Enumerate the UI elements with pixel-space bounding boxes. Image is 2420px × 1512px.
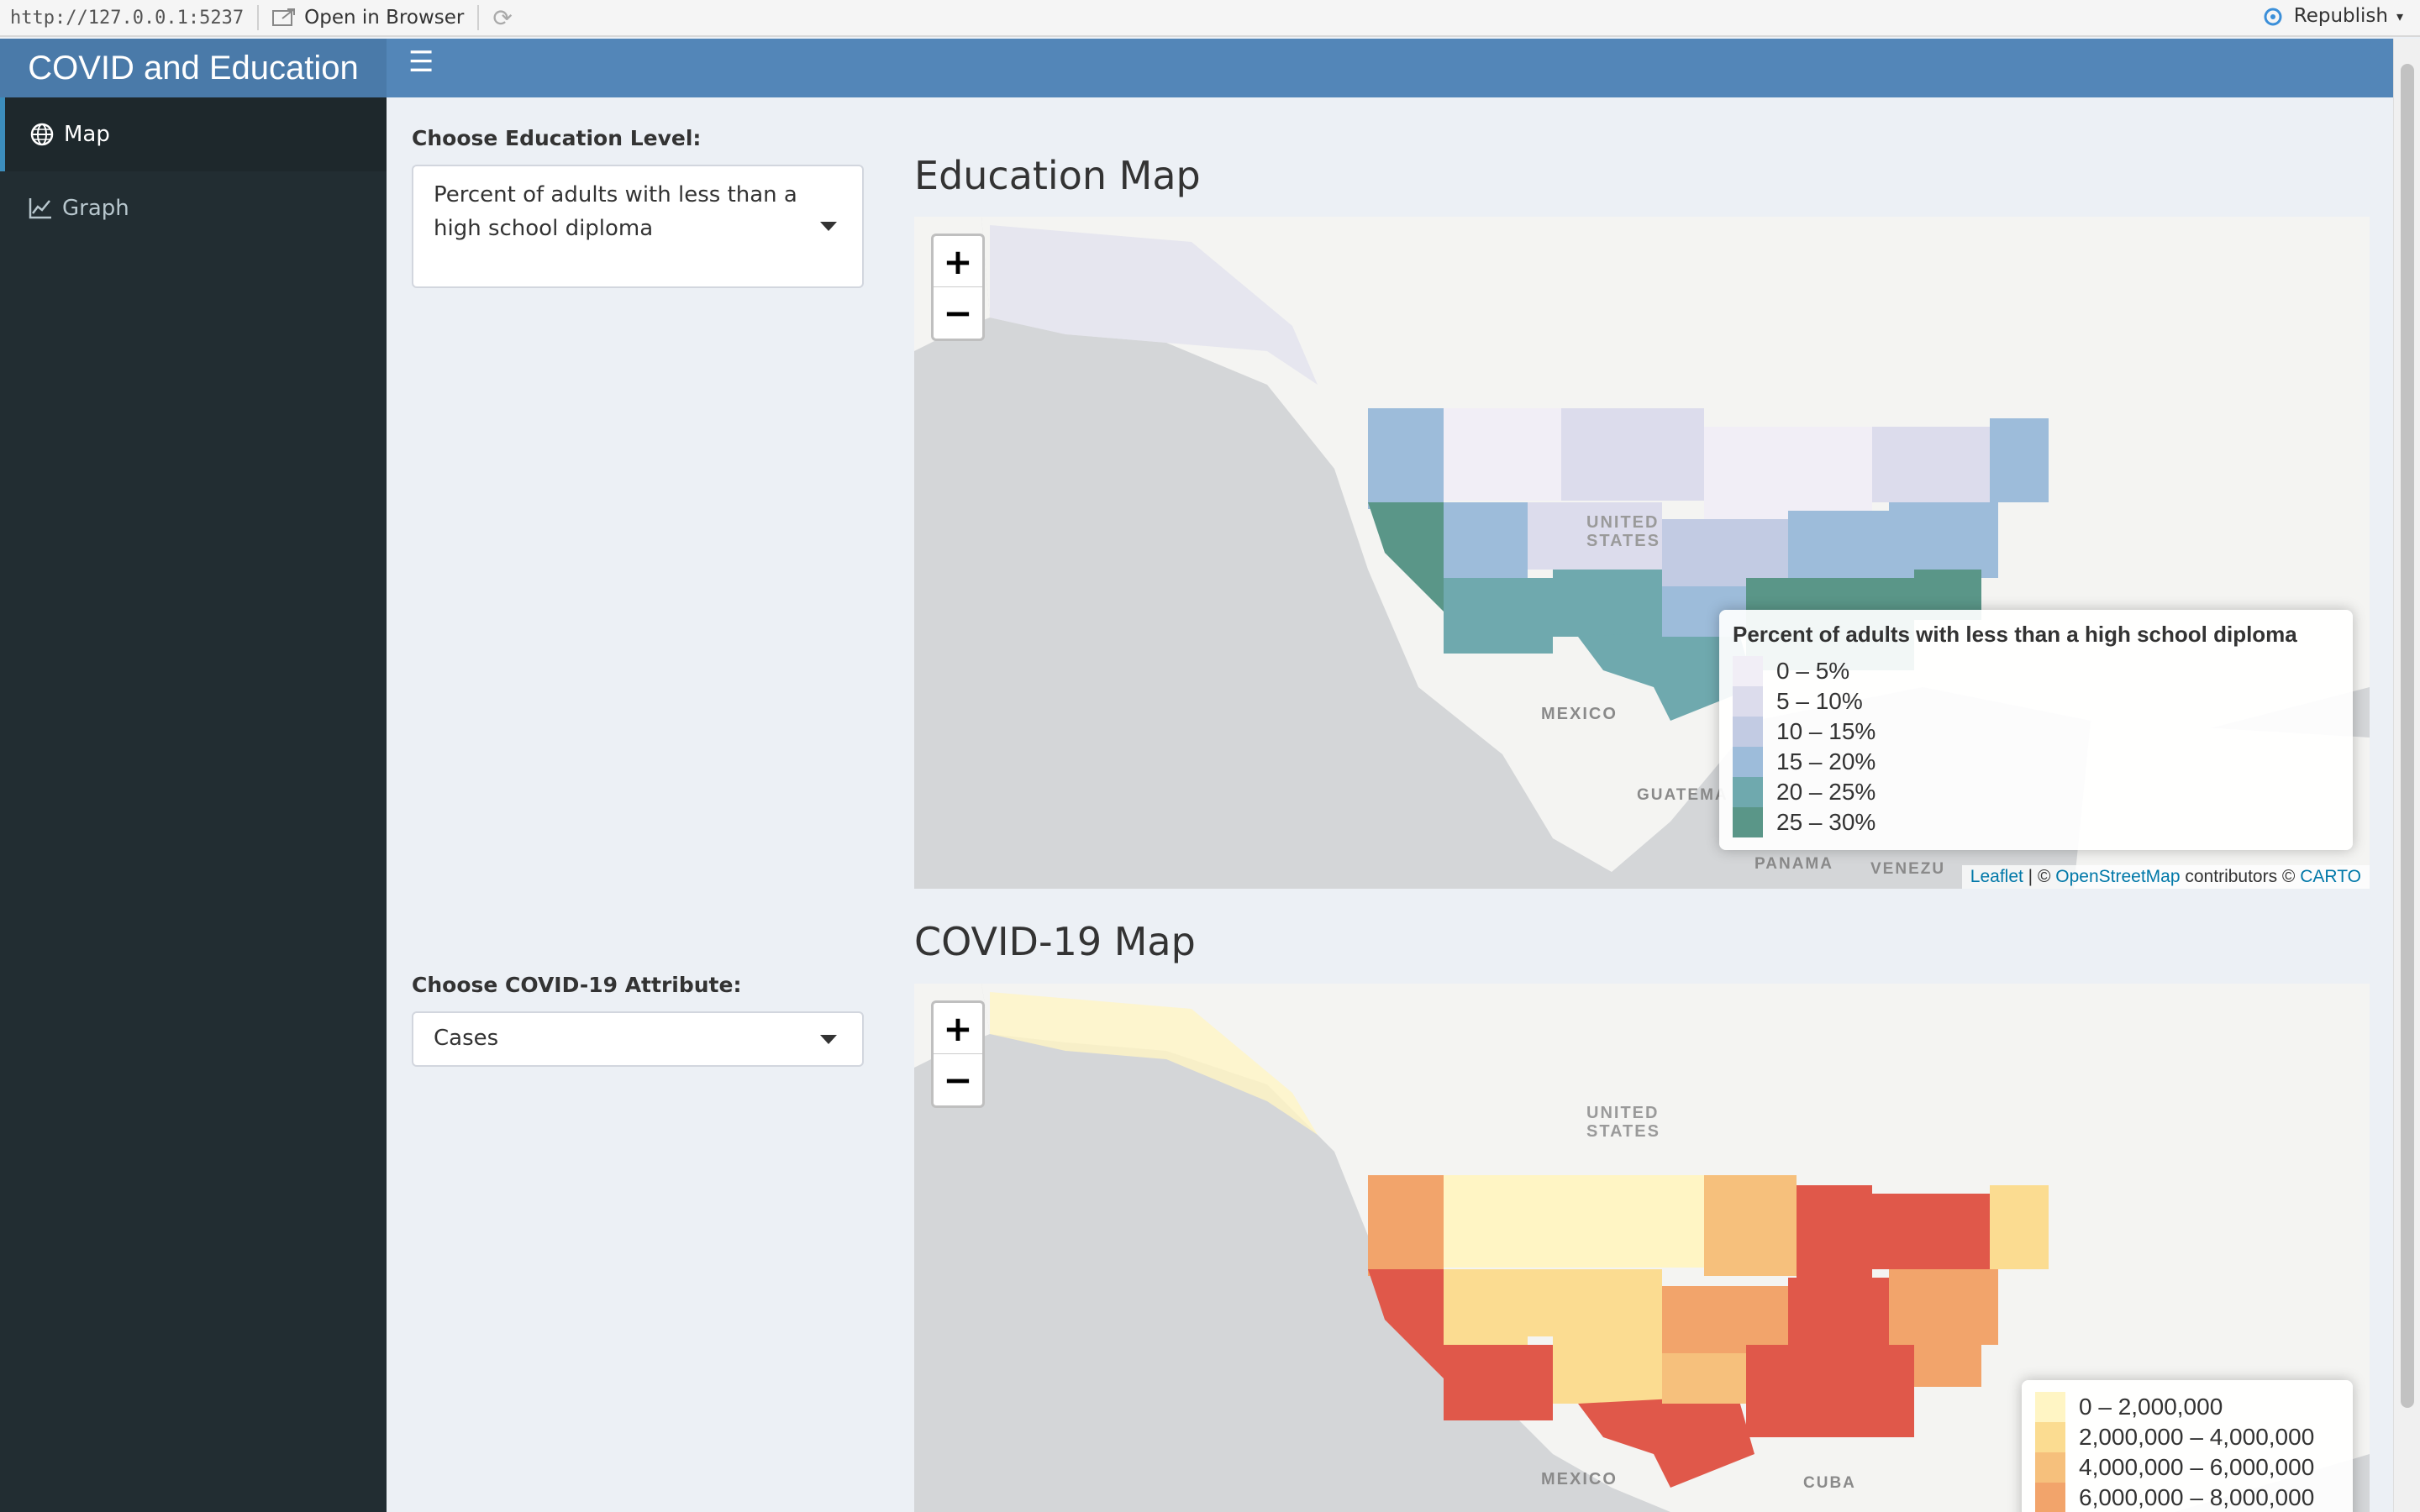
legend-row: 10 – 15% bbox=[1733, 717, 2339, 747]
sidebar: Map Graph bbox=[0, 97, 387, 1512]
map-label-mexico: MEXICO bbox=[1541, 1470, 1618, 1488]
legend-swatch bbox=[2035, 1452, 2065, 1483]
leaflet-link[interactable]: Leaflet bbox=[1970, 867, 2023, 886]
refresh-icon[interactable]: ⟳ bbox=[492, 4, 512, 32]
open-window-icon bbox=[272, 8, 296, 26]
zoom-in-button[interactable]: + bbox=[934, 1003, 982, 1054]
app-header: COVID and Education ☰ bbox=[0, 39, 2393, 97]
covid-attribute-value: Cases bbox=[434, 1026, 499, 1051]
sidebar-item-label: Map bbox=[64, 122, 110, 147]
education-legend: Percent of adults with less than a high … bbox=[1719, 610, 2353, 850]
education-zoom-control: + − bbox=[931, 234, 985, 341]
legend-row: 20 – 25% bbox=[1733, 777, 2339, 807]
sidebar-item-map[interactable]: Map bbox=[0, 97, 387, 171]
legend-row: 5 – 10% bbox=[1733, 686, 2339, 717]
legend-row: 0 – 2,000,000 bbox=[2035, 1392, 2339, 1422]
attribution-contrib: contributors © bbox=[2180, 867, 2301, 886]
open-in-browser-label: Open in Browser bbox=[304, 7, 465, 29]
map-label-united: UNITED bbox=[1586, 1104, 1659, 1122]
education-level-value: Percent of adults with less than a high … bbox=[434, 182, 797, 241]
legend-label: 6,000,000 – 8,000,000 bbox=[2079, 1484, 2315, 1510]
legend-swatch bbox=[1733, 747, 1763, 777]
legend-label: 25 – 30% bbox=[1776, 809, 1876, 835]
legend-swatch bbox=[1733, 777, 1763, 807]
legend-swatch bbox=[1733, 807, 1763, 837]
republish-button[interactable]: Republish ▾ bbox=[2260, 5, 2403, 27]
map-label-cuba: CUBA bbox=[1803, 1474, 1856, 1492]
sidebar-item-graph[interactable]: Graph bbox=[0, 171, 387, 245]
legend-label: 4,000,000 – 6,000,000 bbox=[2079, 1454, 2315, 1480]
legend-swatch bbox=[2035, 1392, 2065, 1422]
education-map[interactable]: UNITED STATES MEXICO GUATEMA PANAMA VENE… bbox=[914, 217, 2370, 889]
map-label-venezuela: VENEZU bbox=[1870, 860, 1945, 878]
legend-row: 4,000,000 – 6,000,000 bbox=[2035, 1452, 2339, 1483]
scrollbar-thumb[interactable] bbox=[2401, 64, 2414, 1408]
app-title: COVID and Education bbox=[0, 39, 387, 97]
education-map-title: Education Map bbox=[914, 153, 1201, 198]
legend-row: 25 – 30% bbox=[1733, 807, 2339, 837]
toolbar-divider bbox=[257, 5, 260, 30]
legend-label: 10 – 15% bbox=[1776, 718, 1876, 744]
map-label-states: STATES bbox=[1586, 532, 1660, 550]
legend-label: 20 – 25% bbox=[1776, 779, 1876, 805]
map-attribution: Leaflet | © OpenStreetMap contributors ©… bbox=[1961, 865, 2370, 889]
open-in-browser-button[interactable]: Open in Browser bbox=[272, 7, 464, 29]
caret-down-icon bbox=[820, 222, 837, 231]
legend-label: 15 – 20% bbox=[1776, 748, 1876, 774]
publish-icon bbox=[2264, 8, 2282, 26]
legend-label: 0 – 2,000,000 bbox=[2079, 1394, 2223, 1420]
toolbar-divider bbox=[477, 5, 480, 30]
globe-icon bbox=[30, 123, 54, 146]
covid-map-title: COVID-19 Map bbox=[914, 919, 1196, 964]
chevron-down-icon[interactable]: ▾ bbox=[2396, 8, 2403, 24]
osm-link[interactable]: OpenStreetMap bbox=[2055, 867, 2180, 886]
sidebar-item-label: Graph bbox=[62, 196, 129, 221]
attribution-sep: | © bbox=[2023, 867, 2056, 886]
url-text: http://127.0.0.1:5237 bbox=[10, 7, 245, 29]
education-legend-title: Percent of adults with less than a high … bbox=[1733, 622, 2297, 647]
zoom-out-button[interactable]: − bbox=[934, 1054, 982, 1105]
education-level-select[interactable]: Percent of adults with less than a high … bbox=[412, 165, 864, 288]
legend-row: 15 – 20% bbox=[1733, 747, 2339, 777]
caret-down-icon bbox=[820, 1035, 837, 1044]
page-scrollbar[interactable] bbox=[2393, 39, 2420, 1512]
zoom-out-button[interactable]: − bbox=[934, 287, 982, 339]
map-label-united: UNITED bbox=[1586, 513, 1659, 532]
covid-map[interactable]: UNITED STATES MEXICO CUBA + − 0 – 2,000,… bbox=[914, 984, 2370, 1512]
zoom-in-button[interactable]: + bbox=[934, 236, 982, 287]
legend-swatch bbox=[1733, 717, 1763, 747]
education-level-label: Choose Education Level: bbox=[412, 126, 702, 150]
legend-label: 0 – 5% bbox=[1776, 658, 1850, 684]
republish-label: Republish bbox=[2293, 5, 2388, 27]
legend-swatch bbox=[1733, 656, 1763, 686]
legend-swatch bbox=[2035, 1483, 2065, 1512]
viewer-toolbar: http://127.0.0.1:5237 Open in Browser ⟳ … bbox=[0, 0, 2420, 37]
map-label-states: STATES bbox=[1586, 1122, 1660, 1141]
covid-attribute-label: Choose COVID-19 Attribute: bbox=[412, 973, 742, 997]
carto-link[interactable]: CARTO bbox=[2300, 867, 2361, 886]
covid-zoom-control: + − bbox=[931, 1000, 985, 1108]
legend-label: 2,000,000 – 4,000,000 bbox=[2079, 1424, 2315, 1450]
legend-swatch bbox=[2035, 1422, 2065, 1452]
legend-label: 5 – 10% bbox=[1776, 688, 1863, 714]
covid-legend: 0 – 2,000,000 2,000,000 – 4,000,000 4,00… bbox=[2022, 1380, 2353, 1512]
map-label-guatemala: GUATEMA bbox=[1637, 786, 1728, 804]
legend-row: 6,000,000 – 8,000,000 bbox=[2035, 1483, 2339, 1512]
map-label-panama: PANAMA bbox=[1754, 855, 1833, 873]
covid-attribute-select[interactable]: Cases bbox=[412, 1011, 864, 1067]
line-chart-icon bbox=[29, 198, 51, 219]
map-label-mexico: MEXICO bbox=[1541, 705, 1618, 723]
sidebar-toggle-icon[interactable]: ☰ bbox=[408, 45, 434, 79]
legend-row: 2,000,000 – 4,000,000 bbox=[2035, 1422, 2339, 1452]
legend-swatch bbox=[1733, 686, 1763, 717]
legend-row: 0 – 5% bbox=[1733, 656, 2339, 686]
